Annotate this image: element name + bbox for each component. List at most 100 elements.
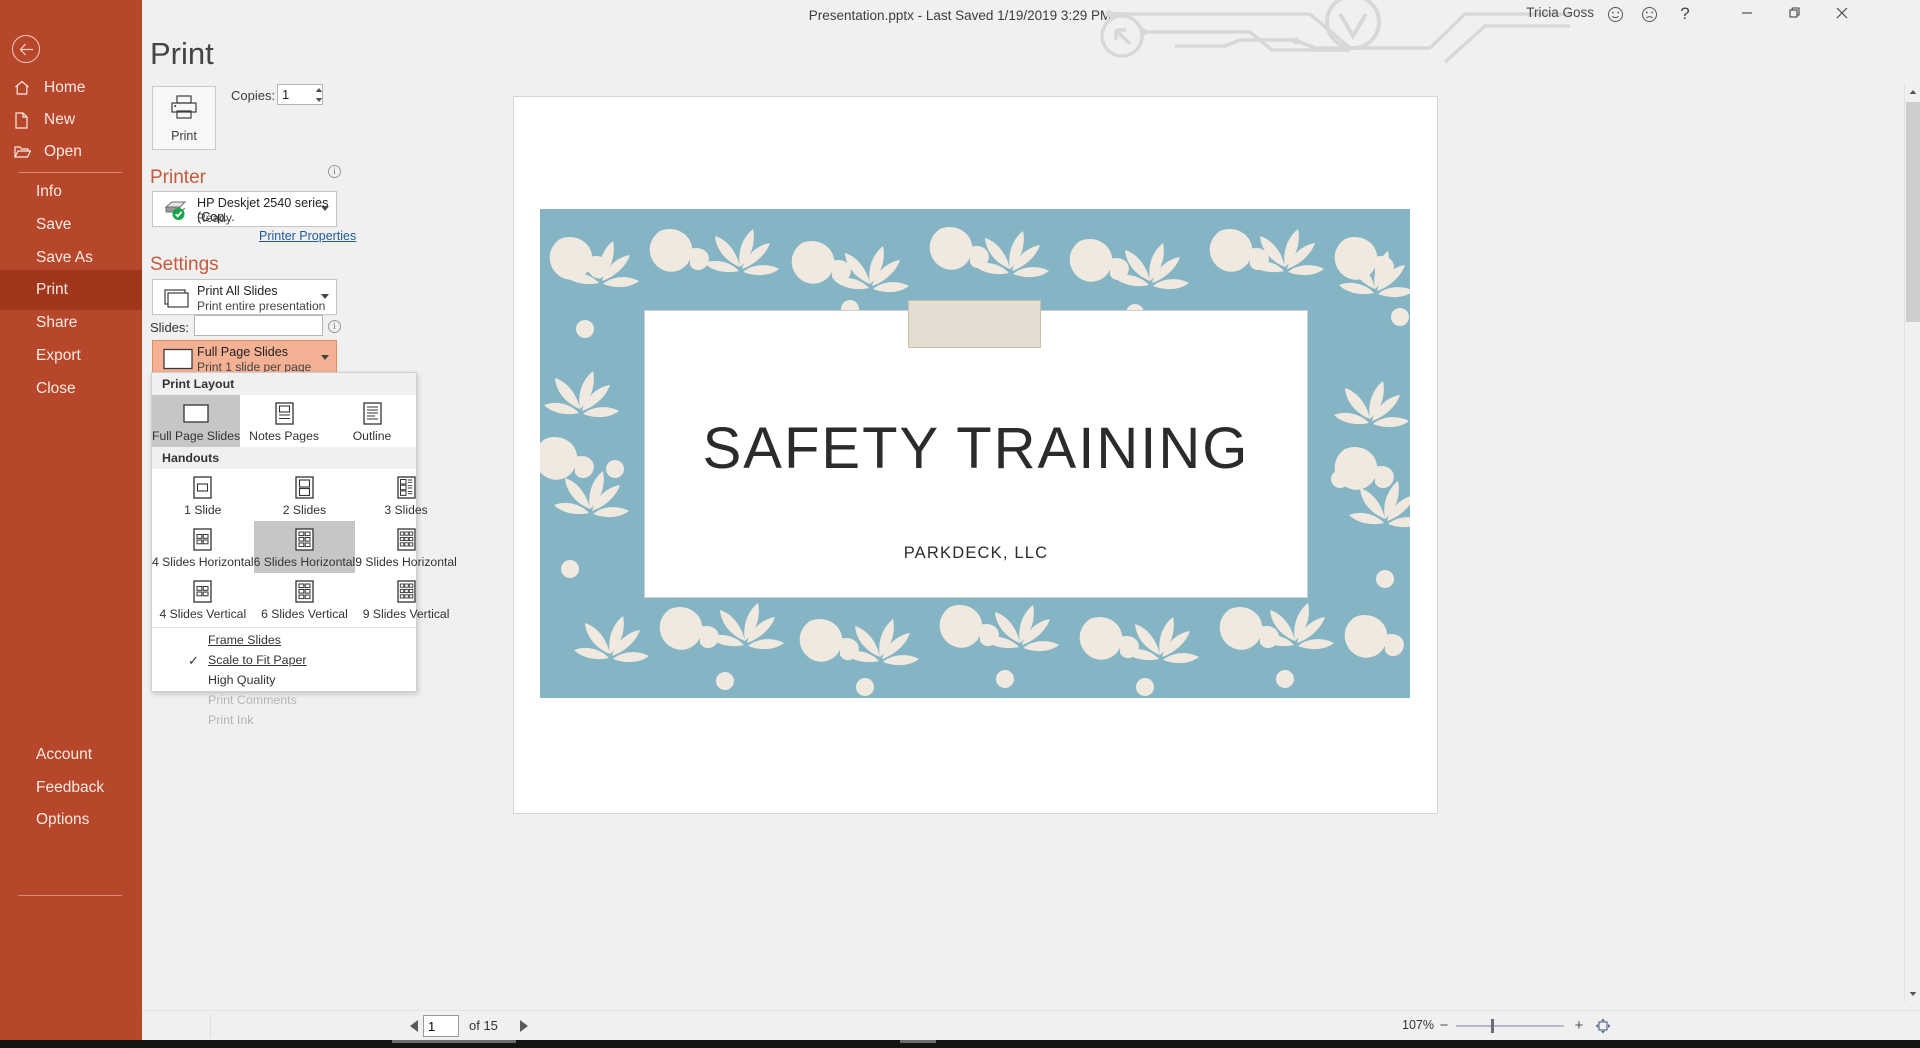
restore-icon[interactable] (1772, 0, 1818, 26)
menu-item-scale-to-fit-paper[interactable]: ✓ Scale to Fit Paper (152, 650, 416, 670)
handout-9h-icon (396, 527, 416, 551)
menu-item-full-page-slides[interactable]: Full Page Slides (152, 395, 241, 447)
menu-item-9-slides-vertical[interactable]: 9 Slides Vertical (355, 573, 457, 625)
slides-info-icon[interactable]: i (328, 320, 341, 333)
printer-info-icon[interactable]: i (328, 165, 341, 178)
sidebar-item-label: Print (36, 281, 68, 298)
notes-pages-icon (274, 401, 294, 425)
powerpoint-print-backstage: Presentation.pptx - Last Saved 1/19/2019… (0, 0, 1920, 1048)
previous-page-button[interactable] (405, 1017, 423, 1035)
window-title: Presentation.pptx - Last Saved 1/19/2019… (808, 7, 1112, 23)
help-icon[interactable]: ? (1672, 2, 1698, 26)
menu-item-1-slide[interactable]: 1 Slide (152, 469, 254, 521)
sidebar-item-label: Export (36, 347, 81, 364)
menu-item-2-slides[interactable]: 2 Slides (254, 469, 356, 521)
handout-3-icon (396, 475, 416, 499)
slides-input[interactable] (194, 315, 323, 336)
chevron-down-icon (321, 294, 329, 299)
copies-stepper-down[interactable] (314, 95, 323, 105)
menu-item-4-slides-horizontal[interactable]: 4 Slides Horizontal (152, 521, 254, 573)
print-button-label: Print (171, 128, 197, 143)
minimize-icon[interactable] (1724, 0, 1770, 26)
frown-icon[interactable] (1636, 2, 1662, 26)
menu-item-label: 6 Slides Horizontal (253, 555, 356, 569)
copies-stepper-up[interactable] (314, 85, 323, 95)
menu-item-print-comments: Print Comments (152, 690, 416, 710)
fit-slide-to-window-icon[interactable] (1593, 1016, 1613, 1036)
menu-item-6-slides-horizontal[interactable]: 6 Slides Horizontal (253, 521, 356, 573)
printer-status: Ready (197, 211, 232, 225)
handout-9v-icon (396, 579, 416, 603)
zoom-slider-thumb[interactable] (1491, 1019, 1494, 1033)
slide-title: SAFETY TRAINING (702, 416, 1250, 481)
slide-decorative-tab (908, 300, 1041, 348)
handouts-grid: 1 Slide 2 Slides 3 Slides 4 Slides Horiz… (152, 469, 457, 625)
sidebar-item-label: Info (36, 183, 62, 200)
sidebar-divider-bottom (18, 895, 122, 896)
scroll-down-icon[interactable] (1905, 986, 1920, 1002)
menu-divider (152, 627, 416, 628)
sidebar-item-close[interactable]: Close (0, 369, 142, 409)
zoom-in-button[interactable]: + (1571, 1017, 1587, 1034)
sidebar-item-open[interactable]: Open (0, 132, 142, 172)
page-number-input[interactable] (423, 1015, 459, 1037)
taskbar-item[interactable] (900, 1040, 936, 1043)
scrollbar-thumb[interactable] (1906, 102, 1920, 322)
sidebar-item-label: Save As (36, 249, 93, 266)
menu-item-frame-slides[interactable]: Frame Slides (152, 630, 416, 650)
handout-6v-icon (295, 579, 314, 603)
chevron-down-icon (321, 206, 329, 211)
taskbar-active-item[interactable] (392, 1040, 516, 1043)
printer-select[interactable]: HP Deskjet 2540 series (Cop... Ready (152, 191, 337, 227)
menu-item-high-quality[interactable]: High Quality (152, 670, 416, 690)
next-page-button[interactable] (514, 1017, 532, 1035)
back-button[interactable] (12, 35, 40, 63)
menu-item-label: Scale to Fit Paper (208, 653, 307, 667)
user-account-name[interactable]: Tricia Goss (1526, 5, 1594, 20)
menu-item-label: Print Ink (208, 713, 254, 727)
menu-item-label: Notes Pages (249, 429, 319, 443)
zoom-out-button[interactable]: − (1436, 1017, 1452, 1034)
page-count-label: of 15 (469, 1018, 498, 1033)
menu-item-notes-pages[interactable]: Notes Pages (240, 395, 328, 447)
slides-label: Slides: (150, 320, 190, 335)
menu-item-outline[interactable]: Outline (328, 395, 416, 447)
menu-item-label: 9 Slides Vertical (362, 607, 450, 621)
full-page-icon (163, 348, 193, 370)
sidebar-item-label: Close (36, 380, 76, 397)
print-layout-select[interactable]: Full Page Slides Print 1 slide per page (152, 340, 337, 376)
menu-item-label: 4 Slides Vertical (159, 607, 247, 621)
windows-taskbar[interactable] (0, 1040, 1920, 1048)
checkmark-icon: ✓ (188, 653, 199, 668)
preview-scrollbar[interactable] (1904, 84, 1920, 1002)
backstage-sidebar: Home New Open Info Save Save As Print Sh… (0, 0, 142, 1040)
full-page-icon (183, 401, 209, 425)
slide-content-box: SAFETY TRAINING PARKDECK, LLC (644, 310, 1308, 598)
close-icon[interactable] (1819, 0, 1865, 26)
menu-item-3-slides[interactable]: 3 Slides (355, 469, 457, 521)
menu-item-label: Frame Slides (208, 633, 281, 647)
sidebar-item-label: Account (36, 746, 93, 763)
menu-item-6-slides-vertical[interactable]: 6 Slides Vertical (254, 573, 356, 625)
printer-properties-link[interactable]: Printer Properties (259, 229, 356, 243)
settings-section-heading: Settings (150, 254, 219, 275)
print-range-icon (163, 287, 191, 309)
smile-icon[interactable] (1602, 2, 1628, 26)
sidebar-item-options[interactable]: Options (0, 800, 142, 840)
folder-icon (14, 145, 40, 159)
sidebar-item-label: Save (36, 216, 72, 233)
print-range-select[interactable]: Print All Slides Print entire presentati… (152, 279, 337, 315)
home-icon (14, 80, 40, 96)
menu-item-label: Full Page Slides (152, 429, 241, 443)
sidebar-item-label: Share (36, 314, 78, 331)
zoom-slider-track[interactable] (1456, 1025, 1564, 1027)
print-button[interactable]: Print (152, 86, 216, 150)
menu-item-4-slides-vertical[interactable]: 4 Slides Vertical (152, 573, 254, 625)
menu-group-handouts: Handouts (152, 447, 416, 469)
sidebar-item-label: New (44, 111, 76, 128)
menu-item-label: Outline (352, 429, 392, 443)
status-divider (210, 1014, 211, 1038)
menu-item-label: 6 Slides Vertical (261, 607, 348, 621)
scroll-up-icon[interactable] (1905, 84, 1920, 100)
menu-item-9-slides-horizontal[interactable]: 9 Slides Horizontal (355, 521, 457, 573)
